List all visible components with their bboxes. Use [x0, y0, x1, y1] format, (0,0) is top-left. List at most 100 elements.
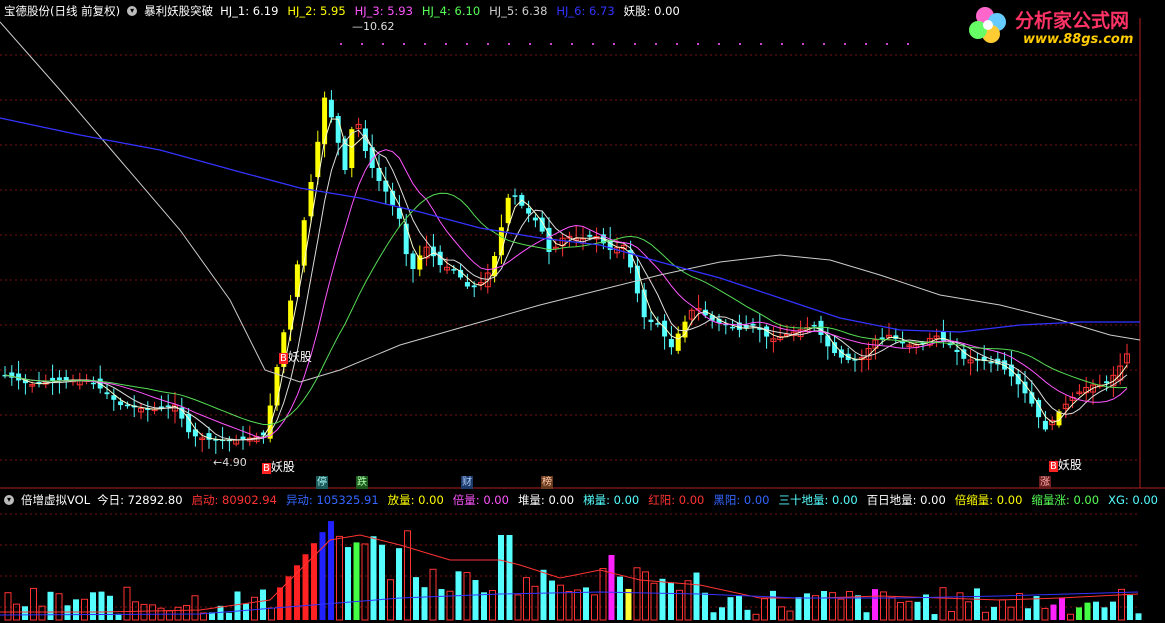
candle-body	[526, 208, 532, 214]
candle-body	[403, 223, 409, 255]
volume-bar	[396, 548, 402, 620]
candle-body	[464, 282, 470, 287]
volume-bar	[1067, 613, 1074, 621]
volume-bar	[557, 584, 564, 621]
volume-value-10: 百日地量: 0.00	[866, 493, 946, 507]
signal-dot	[907, 43, 909, 45]
volume-ma-red	[0, 534, 1139, 613]
volume-bar	[64, 605, 71, 620]
volume-bar	[506, 535, 513, 620]
volume-bar	[821, 591, 827, 620]
volume-value-6: 梯量: 0.00	[583, 493, 640, 507]
chart-window: 宝德股份(日线 前复权) ▾ 暴利妖股突破 HJ_1: 6.19 HJ_2: 5.…	[0, 0, 1165, 623]
volume-bar	[829, 592, 836, 621]
candle-body	[104, 392, 110, 395]
volume-bar	[693, 572, 700, 620]
volume-bar	[608, 555, 615, 620]
candle-body	[811, 324, 817, 327]
signal-dot	[361, 43, 363, 45]
volume-value-1: 启动: 80902.94	[191, 493, 277, 507]
price-chart[interactable]	[0, 0, 1165, 623]
volume-bar	[38, 605, 46, 621]
signal-dot	[676, 43, 678, 45]
event-tag-halt[interactable]: 停	[316, 476, 328, 489]
volume-bar	[719, 607, 725, 620]
candle-body	[750, 323, 756, 326]
candle-body	[1104, 381, 1110, 384]
ma-line-short	[4, 118, 1128, 441]
volume-bar	[855, 595, 861, 620]
volume-menu-icon[interactable]: ▾	[4, 495, 14, 505]
volume-bar	[888, 597, 896, 621]
volume-value-4: 倍量: 0.00	[452, 493, 509, 507]
candle-body	[410, 253, 416, 269]
candle-body	[90, 382, 96, 385]
volume-bar	[659, 578, 666, 620]
volume-bar	[1041, 607, 1049, 621]
signal-dot	[613, 43, 615, 45]
signal-dot	[886, 43, 888, 45]
signal-dot	[865, 43, 867, 45]
candle-body	[900, 341, 906, 344]
signal-label-1: B妖股	[279, 350, 312, 364]
volume-bar	[421, 587, 428, 620]
volume-header: ▾ 倍增虚拟VOL 今日: 72892.80 启动: 80902.94 异动: 10…	[4, 491, 1165, 509]
volume-bar	[846, 590, 853, 621]
volume-value-13: XG: 0.00	[1108, 493, 1158, 507]
volume-bar	[1076, 607, 1082, 620]
volume-bar	[727, 597, 734, 620]
low-price-label: ←4.90	[213, 456, 247, 469]
event-tag-rise[interactable]: 涨	[1039, 476, 1051, 489]
volume-indicator-name[interactable]: 倍增虚拟VOL	[21, 491, 90, 509]
volume-bar	[413, 577, 419, 620]
candle-body	[63, 376, 69, 380]
volume-value-12: 缩量涨: 0.00	[1031, 493, 1100, 507]
volume-bar	[481, 592, 487, 620]
candle-body	[668, 339, 674, 348]
volume-bar	[1101, 607, 1108, 620]
signal-label-2: B妖股	[262, 460, 295, 474]
signal-dot	[739, 43, 741, 45]
candle-body	[240, 436, 246, 440]
volume-bar	[863, 612, 870, 620]
volume-bar	[948, 611, 955, 621]
candle-body	[648, 319, 654, 322]
volume-bar	[191, 595, 199, 621]
volume-value-2: 异动: 105325.91	[285, 493, 379, 507]
volume-bar	[81, 598, 88, 621]
event-tag-fall[interactable]: 跌	[356, 476, 368, 489]
volume-bar	[744, 609, 751, 620]
volume-bar	[1059, 597, 1065, 620]
volume-bar	[897, 602, 904, 621]
volume-value-7: 红阳: 0.00	[648, 493, 705, 507]
volume-bar	[982, 611, 989, 621]
candle-body	[512, 195, 518, 197]
volume-bar	[914, 601, 921, 620]
volume-bar	[1033, 596, 1040, 620]
volume-bar	[107, 595, 113, 620]
event-tag-finance[interactable]: 财	[461, 476, 473, 489]
volume-value-0: 今日: 72892.80	[97, 493, 183, 507]
signal-dot	[655, 43, 657, 45]
volume-bar	[361, 543, 369, 621]
volume-value-9: 三十地量: 0.00	[778, 493, 858, 507]
volume-bar	[243, 603, 249, 620]
volume-bar	[923, 594, 929, 620]
candle-body	[818, 320, 824, 335]
volume-bar	[1127, 595, 1133, 620]
event-tag-list[interactable]: 榜	[541, 476, 553, 489]
volume-bar	[166, 610, 173, 621]
signal-dot	[592, 43, 594, 45]
volume-bar	[931, 614, 938, 620]
volume-bar	[770, 590, 776, 620]
volume-bar	[1084, 602, 1091, 620]
signal-dot	[340, 43, 342, 45]
volume-bar	[1135, 613, 1142, 620]
candle-body	[532, 217, 538, 221]
volume-value-11: 倍缩量: 0.00	[954, 493, 1023, 507]
candle-body	[730, 326, 736, 329]
candle-body	[56, 377, 62, 381]
volume-bar	[778, 606, 785, 621]
candle-body	[118, 401, 124, 406]
volume-value-3: 放量: 0.00	[387, 493, 444, 507]
